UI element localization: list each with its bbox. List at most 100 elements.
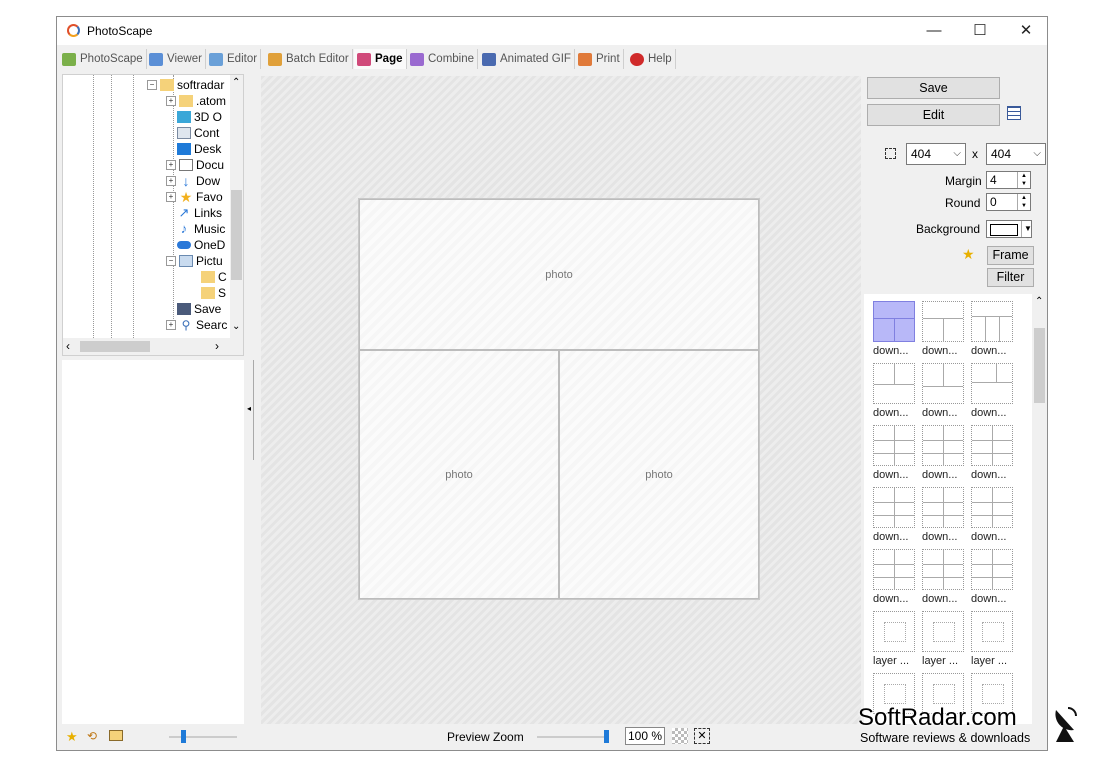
template-thumbnail[interactable]: down... bbox=[922, 425, 966, 481]
tree-item[interactable]: Cont bbox=[177, 125, 219, 141]
template-thumbnail[interactable]: down... bbox=[971, 363, 1015, 419]
scroll-right-icon[interactable]: › bbox=[215, 339, 219, 353]
tab-animated-gif[interactable]: Animated GIF bbox=[479, 49, 575, 69]
tree-item[interactable]: Desk bbox=[177, 141, 221, 157]
scroll-thumb[interactable] bbox=[231, 190, 242, 280]
filter-button[interactable]: Filter bbox=[987, 268, 1034, 287]
expand-icon[interactable]: + bbox=[166, 176, 176, 186]
spin-down-icon[interactable]: ▼ bbox=[1017, 180, 1030, 188]
tree-item[interactable]: ↗ Links bbox=[177, 205, 222, 221]
tab-batch-editor[interactable]: Batch Editor bbox=[265, 49, 353, 69]
template-thumbnail[interactable]: down... bbox=[873, 363, 917, 419]
spin-up-icon[interactable]: ▲ bbox=[1017, 172, 1030, 180]
tab-combine[interactable]: Combine bbox=[407, 49, 479, 69]
template-thumbnail[interactable]: down... bbox=[971, 487, 1015, 543]
template-thumbnail[interactable]: down... bbox=[922, 549, 966, 605]
tree-item[interactable]: OneD bbox=[177, 237, 225, 253]
margin-spinner[interactable]: 4 ▲ ▼ bbox=[986, 171, 1031, 189]
collapse-icon[interactable]: − bbox=[147, 80, 157, 90]
tree-vertical-scrollbar[interactable]: ⌃ ⌄ bbox=[230, 75, 243, 338]
close-button[interactable]: ✕ bbox=[1003, 17, 1049, 45]
slider-thumb[interactable] bbox=[604, 730, 609, 743]
scroll-left-icon[interactable]: ‹ bbox=[66, 339, 70, 353]
page-layout-preview[interactable]: photo photo photo bbox=[358, 198, 760, 600]
zoom-percent-field[interactable]: 100 % bbox=[625, 727, 665, 745]
tree-horizontal-scrollbar[interactable]: ‹ › bbox=[63, 338, 243, 355]
tree-item-root[interactable]: − softradar bbox=[147, 77, 224, 93]
star-icon[interactable]: ★ bbox=[962, 246, 975, 263]
thumbnail-size-slider[interactable] bbox=[169, 730, 237, 743]
tree-item[interactable]: S bbox=[201, 285, 226, 301]
template-thumbnail[interactable]: layer ... bbox=[922, 611, 966, 667]
height-select[interactable]: 404 ⌵ bbox=[986, 143, 1046, 165]
tree-item[interactable]: C bbox=[201, 269, 227, 285]
template-thumbnail[interactable]: down... bbox=[922, 487, 966, 543]
open-folder-icon[interactable] bbox=[109, 730, 123, 741]
minimize-button[interactable]: — bbox=[911, 17, 957, 45]
template-thumbnail[interactable]: down... bbox=[873, 549, 917, 605]
tree-item[interactable]: + ★ Favo bbox=[166, 189, 223, 205]
tab-viewer[interactable]: Viewer bbox=[146, 49, 206, 69]
scroll-up-icon[interactable]: ⌃ bbox=[232, 77, 240, 88]
template-thumbnail[interactable]: down... bbox=[873, 301, 917, 357]
spin-down-icon[interactable]: ▼ bbox=[1017, 202, 1030, 210]
page-canvas-area[interactable]: photo photo photo bbox=[261, 76, 861, 724]
tree-item[interactable]: Save bbox=[177, 301, 221, 317]
tab-help[interactable]: Help bbox=[627, 49, 676, 69]
tree-item[interactable]: + ⚲ Searc bbox=[166, 317, 227, 333]
template-scrollbar[interactable]: ⌃ bbox=[1032, 294, 1047, 724]
scroll-thumb[interactable] bbox=[80, 341, 150, 352]
template-thumbnail[interactable]: down... bbox=[971, 301, 1015, 357]
layout-template-gallery[interactable]: down... down... down... down... down... down.… bbox=[864, 294, 1047, 724]
template-thumbnail[interactable]: layer ... bbox=[873, 611, 917, 667]
template-thumbnail[interactable]: down... bbox=[971, 425, 1015, 481]
transparency-checker-icon[interactable] bbox=[672, 728, 688, 744]
tab-photoscape[interactable]: PhotoScape bbox=[59, 49, 147, 69]
tree-item[interactable]: + Docu bbox=[166, 157, 224, 173]
tab-page[interactable]: Page bbox=[354, 49, 407, 69]
tree-item[interactable]: − Pictu bbox=[166, 253, 223, 269]
template-thumbnail[interactable]: down... bbox=[873, 487, 917, 543]
preview-zoom-slider[interactable] bbox=[537, 730, 609, 743]
expand-icon[interactable]: + bbox=[166, 96, 176, 106]
tree-item[interactable]: + .atom bbox=[166, 93, 226, 109]
slider-thumb[interactable] bbox=[181, 730, 186, 743]
photo-cell-bottom-left[interactable]: photo bbox=[359, 350, 559, 599]
tab-print[interactable]: Print bbox=[575, 49, 624, 69]
template-thumbnail[interactable]: down... bbox=[922, 301, 966, 357]
file-list-panel[interactable] bbox=[62, 360, 244, 724]
round-spinner[interactable]: 0 ▲ ▼ bbox=[986, 193, 1031, 211]
layout-list-icon[interactable] bbox=[1007, 106, 1021, 120]
panel-splitter[interactable]: ◂ bbox=[246, 360, 254, 460]
refresh-icon[interactable]: ⟲ bbox=[87, 729, 97, 743]
collapse-icon[interactable]: − bbox=[166, 256, 176, 266]
save-button[interactable]: Save bbox=[867, 77, 1000, 99]
expand-icon[interactable]: + bbox=[166, 160, 176, 170]
scroll-down-icon[interactable]: ⌄ bbox=[232, 321, 240, 332]
expand-icon[interactable]: + bbox=[166, 320, 176, 330]
frame-button[interactable]: Frame bbox=[987, 246, 1034, 265]
tree-item[interactable]: + ↓ Dow bbox=[166, 173, 220, 189]
favorite-star-icon[interactable]: ★ bbox=[66, 729, 78, 745]
chevron-down-icon[interactable]: ▼ bbox=[1021, 221, 1032, 237]
fit-to-window-icon[interactable]: ✕ bbox=[694, 728, 710, 744]
template-thumbnail[interactable]: down... bbox=[971, 549, 1015, 605]
photo-cell-bottom-right[interactable]: photo bbox=[559, 350, 759, 599]
expand-icon[interactable]: + bbox=[166, 192, 176, 202]
template-thumbnail[interactable]: down... bbox=[922, 363, 966, 419]
tree-item[interactable]: ♪ Music bbox=[177, 221, 226, 237]
width-select[interactable]: 404 ⌵ bbox=[906, 143, 966, 165]
template-thumbnail[interactable]: layer ... bbox=[971, 611, 1015, 667]
edit-button[interactable]: Edit bbox=[867, 104, 1000, 126]
scroll-thumb[interactable] bbox=[1034, 328, 1045, 403]
scroll-up-icon[interactable]: ⌃ bbox=[1035, 296, 1043, 307]
background-color-picker[interactable]: ▼ bbox=[986, 220, 1032, 238]
tree-item[interactable]: 3D O bbox=[177, 109, 222, 125]
maximize-button[interactable]: ☐ bbox=[957, 17, 1003, 45]
tab-editor[interactable]: Editor bbox=[206, 49, 262, 69]
spin-up-icon[interactable]: ▲ bbox=[1017, 194, 1030, 202]
photo-cell-top[interactable]: photo bbox=[359, 199, 759, 350]
collapse-arrow-icon[interactable]: ◂ bbox=[247, 404, 251, 413]
folder-tree[interactable]: − softradar + .atom 3D O Cont Desk + Doc… bbox=[62, 74, 244, 356]
template-thumbnail[interactable]: down... bbox=[873, 425, 917, 481]
